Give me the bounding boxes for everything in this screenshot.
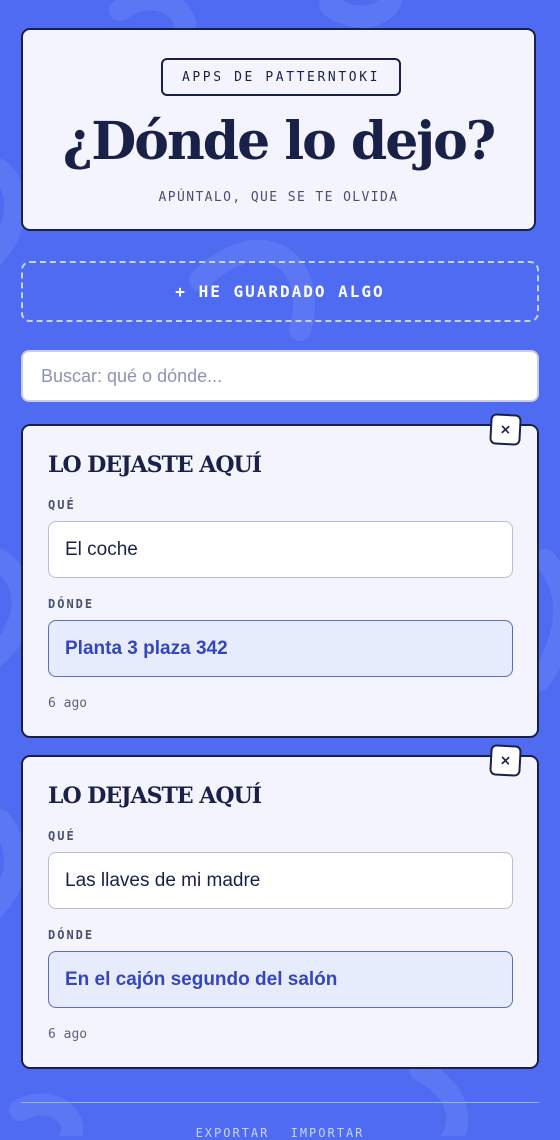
page-subtitle: APÚNTALO, QUE SE TE OLVIDA [158,190,399,205]
footer-links: EXPORTAR IMPORTAR [0,1126,560,1140]
search-input[interactable] [21,350,539,402]
page-title: ¿Dónde lo dejo? [62,111,497,172]
delete-entry-button[interactable]: × [489,413,522,446]
app-badge: APPS DE PATTERNTOKI [161,58,401,96]
header-card: APPS DE PATTERNTOKI ¿Dónde lo dejo? APÚN… [21,28,536,231]
entry-timestamp: 6 ago [48,696,88,711]
where-label: DÓNDE [48,928,95,942]
what-field[interactable]: Las llaves de mi madre [48,852,513,909]
entry-card: × LO DEJASTE AQUÍ QUÉ Las llaves de mi m… [21,744,539,1069]
entry-timestamp: 6 ago [48,1027,88,1042]
what-label: QUÉ [48,498,76,512]
entry-heading: LO DEJASTE AQUÍ [48,783,262,809]
where-field[interactable]: Planta 3 plaza 342 [48,620,513,677]
where-label: DÓNDE [48,597,95,611]
what-field[interactable]: El coche [48,521,513,578]
where-field[interactable]: En el cajón segundo del salón [48,951,513,1008]
footer-divider [21,1102,539,1103]
import-link[interactable]: IMPORTAR [291,1126,365,1140]
delete-entry-button[interactable]: × [489,744,522,777]
export-link[interactable]: EXPORTAR [196,1126,270,1140]
add-item-button[interactable]: + HE GUARDADO ALGO [21,261,539,322]
entry-card: × LO DEJASTE AQUÍ QUÉ El coche DÓNDE Pla… [21,413,539,738]
what-label: QUÉ [48,829,76,843]
entry-heading: LO DEJASTE AQUÍ [48,452,262,478]
